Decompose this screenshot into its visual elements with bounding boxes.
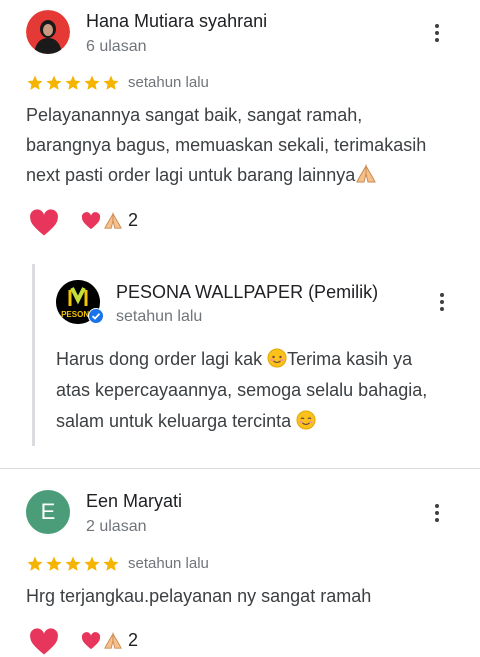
review-count: 6 ulasan bbox=[86, 38, 147, 55]
heart-icon bbox=[81, 631, 101, 649]
smiling-face-icon bbox=[296, 410, 316, 430]
avatar[interactable] bbox=[26, 10, 70, 54]
more-vert-icon[interactable] bbox=[425, 501, 449, 525]
review-divider bbox=[0, 468, 480, 469]
star-icon bbox=[46, 556, 62, 571]
star-icon bbox=[27, 556, 43, 571]
star-icon bbox=[46, 75, 62, 90]
heart-icon[interactable] bbox=[29, 209, 59, 237]
review-time: setahun lalu bbox=[128, 555, 209, 572]
reaction-count: 2 bbox=[128, 210, 139, 230]
reply-text-line: atas kepercayaannya, semoga selalu bahag… bbox=[56, 380, 428, 400]
review-card: Hana Mutiara syahrani 6 ulasan setahun l… bbox=[0, 0, 480, 470]
star-icon bbox=[103, 75, 119, 90]
reply-text-segment: Terima kasih ya bbox=[287, 349, 413, 369]
avatar-photo bbox=[26, 10, 70, 54]
reply-time: setahun lalu bbox=[116, 308, 203, 325]
verified-badge-icon bbox=[88, 308, 104, 324]
praying-hands-icon bbox=[104, 211, 122, 229]
heart-icon bbox=[81, 211, 101, 229]
owner-name[interactable]: PESONA WALLPAPER (Pemilik) bbox=[116, 282, 378, 303]
praying-hands-icon bbox=[104, 631, 122, 649]
star-icon bbox=[84, 75, 100, 90]
reply-text: Harus dong order lagi kak Terima kasih y… bbox=[56, 344, 476, 437]
reaction-summary[interactable]: 2 bbox=[81, 630, 138, 651]
star-icon bbox=[65, 556, 81, 571]
more-vert-icon[interactable] bbox=[425, 21, 449, 45]
reply-text-segment: salam untuk keluarga tercinta bbox=[56, 411, 292, 431]
star-rating bbox=[26, 74, 120, 92]
review-text-line: next pasti order lagi untuk barang lainn… bbox=[26, 160, 476, 190]
star-icon bbox=[103, 556, 119, 571]
reaction-summary[interactable]: 2 bbox=[81, 210, 138, 231]
star-icon bbox=[84, 556, 100, 571]
reaction-count: 2 bbox=[128, 630, 139, 650]
review-text-segment: next pasti order lagi untuk barang lainn… bbox=[26, 165, 356, 185]
star-icon bbox=[27, 75, 43, 90]
more-vert-icon[interactable] bbox=[430, 290, 454, 314]
avatar[interactable]: E bbox=[26, 490, 70, 534]
review-time: setahun lalu bbox=[128, 74, 209, 91]
review-text-line: barangnya bagus, memuaskan sekali, terim… bbox=[26, 135, 427, 155]
reply-indent-bar bbox=[32, 264, 35, 446]
reply-text-line: salam untuk keluarga tercinta bbox=[56, 406, 476, 437]
review-text-line: Pelayanannya sangat baik, sangat ramah, bbox=[26, 105, 363, 125]
praying-hands-icon bbox=[356, 164, 377, 183]
review-card: E Een Maryati 2 ulasan setahun lalu Hrg … bbox=[0, 470, 480, 657]
star-rating bbox=[26, 555, 120, 573]
reviewer-name[interactable]: Een Maryati bbox=[86, 491, 182, 512]
reply-text-segment: Harus dong order lagi kak bbox=[56, 349, 263, 369]
reviewer-name[interactable]: Hana Mutiara syahrani bbox=[86, 11, 267, 32]
reply-text-line: Harus dong order lagi kak Terima kasih y… bbox=[56, 344, 476, 375]
review-text-line: Hrg terjangkau.pelayanan ny sangat ramah bbox=[26, 586, 372, 606]
star-icon bbox=[65, 75, 81, 90]
heart-icon[interactable] bbox=[29, 628, 59, 656]
smiling-face-icon bbox=[267, 348, 287, 368]
review-count: 2 ulasan bbox=[86, 518, 147, 535]
avatar-letter: E bbox=[40, 499, 56, 524]
review-text: Hrg terjangkau.pelayanan ny sangat ramah bbox=[26, 581, 476, 611]
review-text: Pelayanannya sangat baik, sangat ramah, … bbox=[26, 100, 476, 190]
